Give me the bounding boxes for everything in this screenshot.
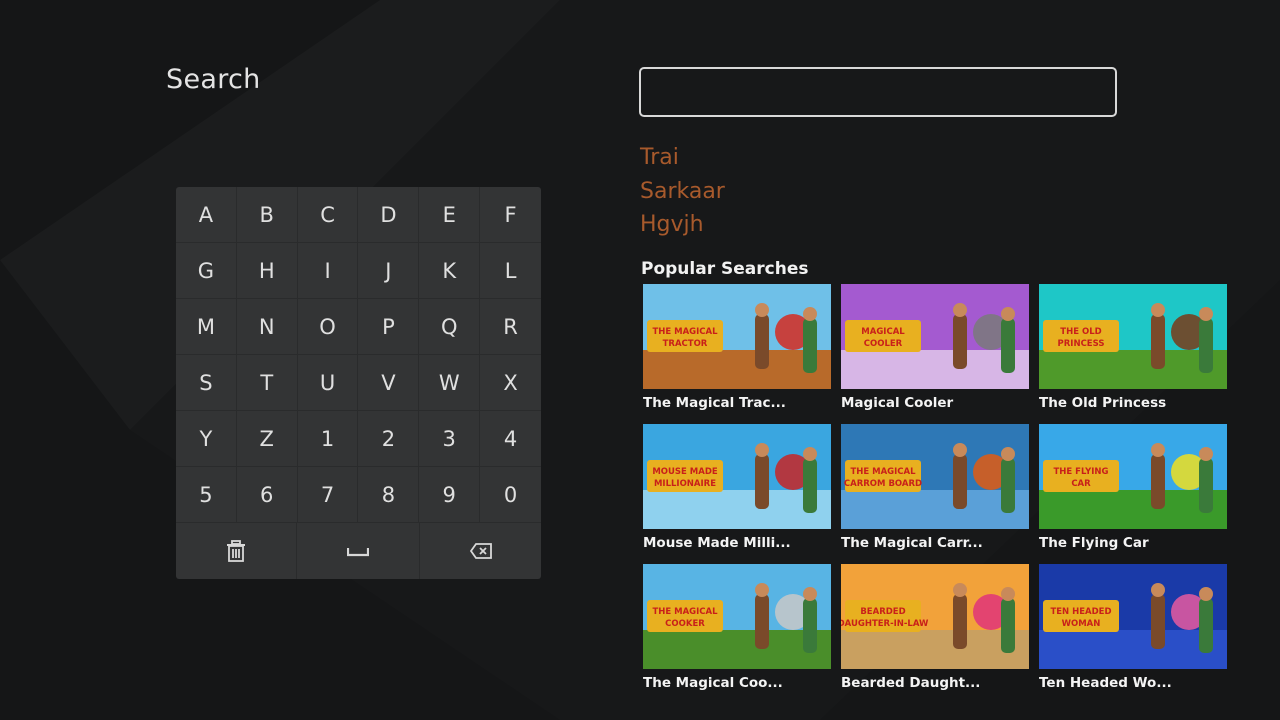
key-6[interactable]: 6 — [236, 467, 298, 523]
key-9[interactable]: 9 — [419, 467, 481, 523]
popular-search-tile[interactable]: THE OLD PRINCESS The Old Princess — [1039, 284, 1227, 424]
key-8[interactable]: 8 — [358, 467, 420, 523]
svg-text:THE FLYING: THE FLYING — [1054, 467, 1109, 477]
tile-title: The Flying Car — [1039, 535, 1149, 551]
thumbnail-image: THE MAGICAL TRACTOR — [643, 284, 831, 389]
tile-title: The Magical Trac... — [643, 395, 786, 411]
thumbnail-image: BEARDED DAUGHTER-IN-LAW — [841, 564, 1029, 669]
trash-icon — [227, 540, 245, 562]
key-h[interactable]: H — [236, 243, 298, 299]
tile-title: The Old Princess — [1039, 395, 1167, 411]
key-i[interactable]: I — [297, 243, 359, 299]
svg-text:THE MAGICAL: THE MAGICAL — [652, 607, 718, 617]
key-e[interactable]: E — [419, 187, 481, 243]
recent-search-item[interactable]: Sarkaar — [640, 178, 725, 212]
key-4[interactable]: 4 — [480, 411, 541, 467]
key-1[interactable]: 1 — [297, 411, 359, 467]
svg-text:COOLER: COOLER — [864, 339, 903, 349]
backspace-icon — [469, 543, 492, 559]
popular-search-tile[interactable]: THE MAGICAL COOKER The Magical Coo... — [643, 564, 831, 704]
key-a[interactable]: A — [176, 187, 237, 243]
thumbnail-image: MAGICAL COOLER — [841, 284, 1029, 389]
key-w[interactable]: W — [419, 355, 481, 411]
keyboard-action-row — [176, 523, 541, 579]
space-icon — [347, 548, 369, 557]
thumbnail-image: MOUSE MADE MILLIONAIRE — [643, 424, 831, 529]
key-v[interactable]: V — [358, 355, 420, 411]
key-t[interactable]: T — [236, 355, 298, 411]
svg-text:PRINCESS: PRINCESS — [1058, 339, 1105, 349]
key-7[interactable]: 7 — [297, 467, 359, 523]
key-f[interactable]: F — [480, 187, 541, 243]
key-n[interactable]: N — [236, 299, 298, 355]
popular-search-tile[interactable]: BEARDED DAUGHTER-IN-LAW Bearded Daught... — [841, 564, 1029, 704]
key-r[interactable]: R — [480, 299, 541, 355]
svg-text:TEN HEADED: TEN HEADED — [1050, 607, 1111, 617]
popular-search-tile[interactable]: THE FLYING CAR The Flying Car — [1039, 424, 1227, 564]
key-q[interactable]: Q — [419, 299, 481, 355]
key-g[interactable]: G — [176, 243, 237, 299]
thumbnail-image: THE FLYING CAR — [1039, 424, 1227, 529]
key-u[interactable]: U — [297, 355, 359, 411]
svg-text:MILLIONAIRE: MILLIONAIRE — [654, 479, 716, 489]
key-2[interactable]: 2 — [358, 411, 420, 467]
popular-searches-grid: THE MAGICAL TRACTOR The Magical Trac... MAG… — [643, 284, 1227, 704]
key-x[interactable]: X — [480, 355, 541, 411]
key-k[interactable]: K — [419, 243, 481, 299]
popular-search-tile[interactable]: THE MAGICAL CARROM BOARD The Magical Carr.… — [841, 424, 1029, 564]
svg-text:MOUSE MADE: MOUSE MADE — [652, 467, 718, 477]
page-title: Search — [166, 64, 261, 95]
svg-text:DAUGHTER-IN-LAW: DAUGHTER-IN-LAW — [841, 619, 929, 629]
backspace-button[interactable] — [420, 523, 541, 579]
recent-search-item[interactable]: Trai — [640, 144, 725, 178]
key-o[interactable]: O — [297, 299, 359, 355]
tile-title: The Magical Coo... — [643, 675, 783, 691]
svg-text:CARROM BOARD: CARROM BOARD — [844, 479, 922, 489]
key-p[interactable]: P — [358, 299, 420, 355]
tile-title: The Magical Carr... — [841, 535, 983, 551]
space-button[interactable] — [297, 523, 420, 579]
key-s[interactable]: S — [176, 355, 237, 411]
key-l[interactable]: L — [480, 243, 541, 299]
thumbnail-image: TEN HEADED WOMAN — [1039, 564, 1227, 669]
key-grid: ABCDEF GHIJKL MNOPQR STUVWX YZ1234 567890 — [176, 187, 541, 523]
svg-text:COOKER: COOKER — [665, 619, 705, 629]
key-c[interactable]: C — [297, 187, 359, 243]
clear-all-button[interactable] — [176, 523, 297, 579]
svg-text:THE MAGICAL: THE MAGICAL — [652, 327, 718, 337]
svg-text:BEARDED: BEARDED — [860, 607, 905, 617]
popular-search-tile[interactable]: TEN HEADED WOMAN Ten Headed Wo... — [1039, 564, 1227, 704]
key-d[interactable]: D — [358, 187, 420, 243]
key-j[interactable]: J — [358, 243, 420, 299]
recent-search-item[interactable]: Hgvjh — [640, 211, 725, 245]
thumbnail-image: THE OLD PRINCESS — [1039, 284, 1227, 389]
key-y[interactable]: Y — [176, 411, 237, 467]
svg-text:MAGICAL: MAGICAL — [861, 327, 905, 337]
popular-search-tile[interactable]: MAGICAL COOLER Magical Cooler — [841, 284, 1029, 424]
tile-title: Ten Headed Wo... — [1039, 675, 1172, 691]
key-3[interactable]: 3 — [419, 411, 481, 467]
popular-searches-heading: Popular Searches — [641, 259, 809, 279]
thumbnail-image: THE MAGICAL CARROM BOARD — [841, 424, 1029, 529]
search-input[interactable] — [639, 67, 1117, 117]
tile-title: Mouse Made Milli... — [643, 535, 791, 551]
key-b[interactable]: B — [236, 187, 298, 243]
svg-text:TRACTOR: TRACTOR — [663, 339, 708, 349]
tile-title: Magical Cooler — [841, 395, 954, 411]
popular-search-tile[interactable]: THE MAGICAL TRACTOR The Magical Trac... — [643, 284, 831, 424]
onscreen-keyboard: ABCDEF GHIJKL MNOPQR STUVWX YZ1234 567890 — [176, 187, 541, 579]
svg-text:CAR: CAR — [1071, 479, 1091, 489]
key-5[interactable]: 5 — [176, 467, 237, 523]
key-z[interactable]: Z — [236, 411, 298, 467]
popular-search-tile[interactable]: MOUSE MADE MILLIONAIRE Mouse Made Milli... — [643, 424, 831, 564]
key-0[interactable]: 0 — [480, 467, 541, 523]
recent-searches-list: Trai Sarkaar Hgvjh — [640, 144, 725, 245]
thumbnail-image: THE MAGICAL COOKER — [643, 564, 831, 669]
svg-text:THE MAGICAL: THE MAGICAL — [850, 467, 916, 477]
svg-text:WOMAN: WOMAN — [1062, 619, 1101, 629]
tile-title: Bearded Daught... — [841, 675, 981, 691]
key-m[interactable]: M — [176, 299, 237, 355]
svg-text:THE OLD: THE OLD — [1060, 327, 1101, 337]
